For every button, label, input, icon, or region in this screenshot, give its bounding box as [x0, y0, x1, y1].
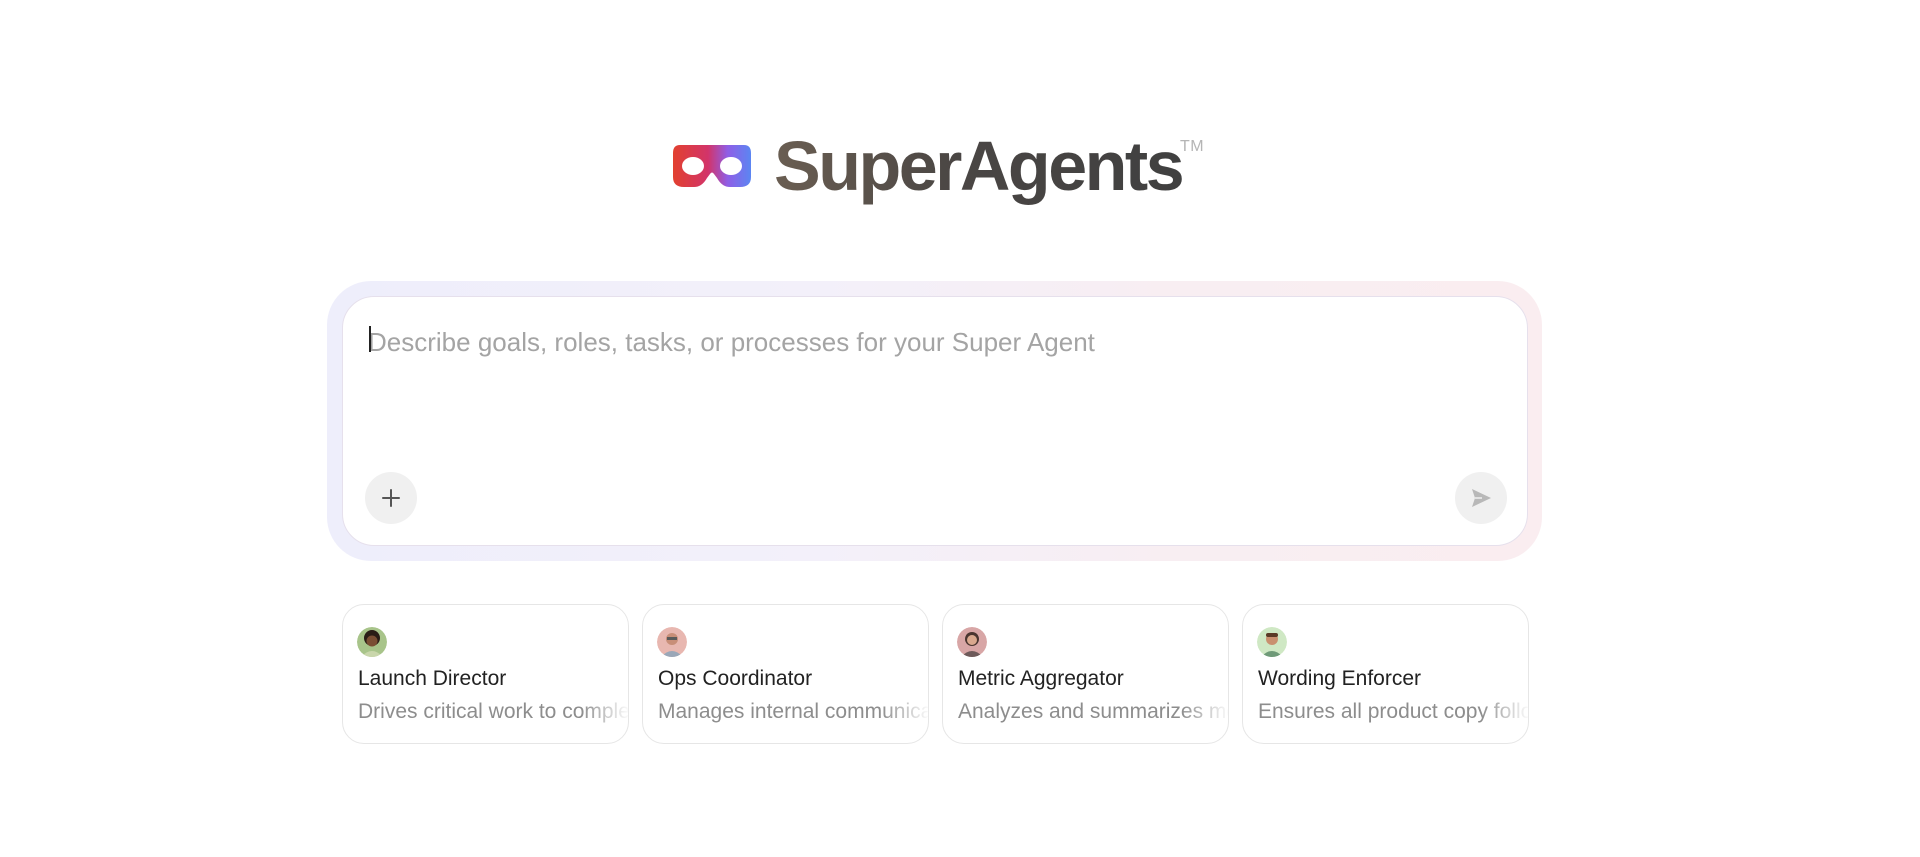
send-button[interactable] — [1455, 472, 1507, 524]
agent-prompt-input[interactable] — [368, 322, 1488, 362]
agent-name: Launch Director — [358, 667, 507, 690]
avatar-icon — [657, 627, 687, 657]
agent-description: Ensures all product copy follows guideli… — [1258, 700, 1528, 723]
agent-description: Analyzes and summarizes metrics — [958, 700, 1228, 723]
agent-card-metric-aggregator[interactable]: Metric Aggregator Analyzes and summarize… — [942, 604, 1229, 744]
avatar-icon — [1257, 627, 1287, 657]
trademark-symbol: TM — [1180, 138, 1205, 155]
add-attachment-button[interactable] — [365, 472, 417, 524]
brand-logo: SuperAgents — [672, 126, 1185, 206]
avatar-icon — [357, 627, 387, 657]
send-icon — [1472, 489, 1491, 507]
agent-name: Ops Coordinator — [658, 667, 813, 690]
agent-card-wording-enforcer[interactable]: Wording Enforcer Ensures all product cop… — [1242, 604, 1529, 744]
plus-icon — [382, 489, 400, 507]
text-caret — [369, 326, 371, 352]
avatar-icon — [957, 627, 987, 657]
agent-name: Wording Enforcer — [1258, 667, 1422, 690]
page: SuperAgents TM Launch Director Drives cr… — [0, 0, 1920, 857]
agent-card-launch-director[interactable]: Launch Director Drives critical work to … — [342, 604, 629, 744]
agent-description: Manages internal communications — [658, 700, 928, 723]
agent-card-ops-coordinator[interactable]: Ops Coordinator Manages internal communi… — [642, 604, 929, 744]
agent-name: Metric Aggregator — [958, 667, 1124, 690]
agent-description: Drives critical work to completion — [358, 700, 629, 723]
mask-icon — [673, 145, 751, 187]
brand-name: SuperAgents — [774, 127, 1185, 205]
